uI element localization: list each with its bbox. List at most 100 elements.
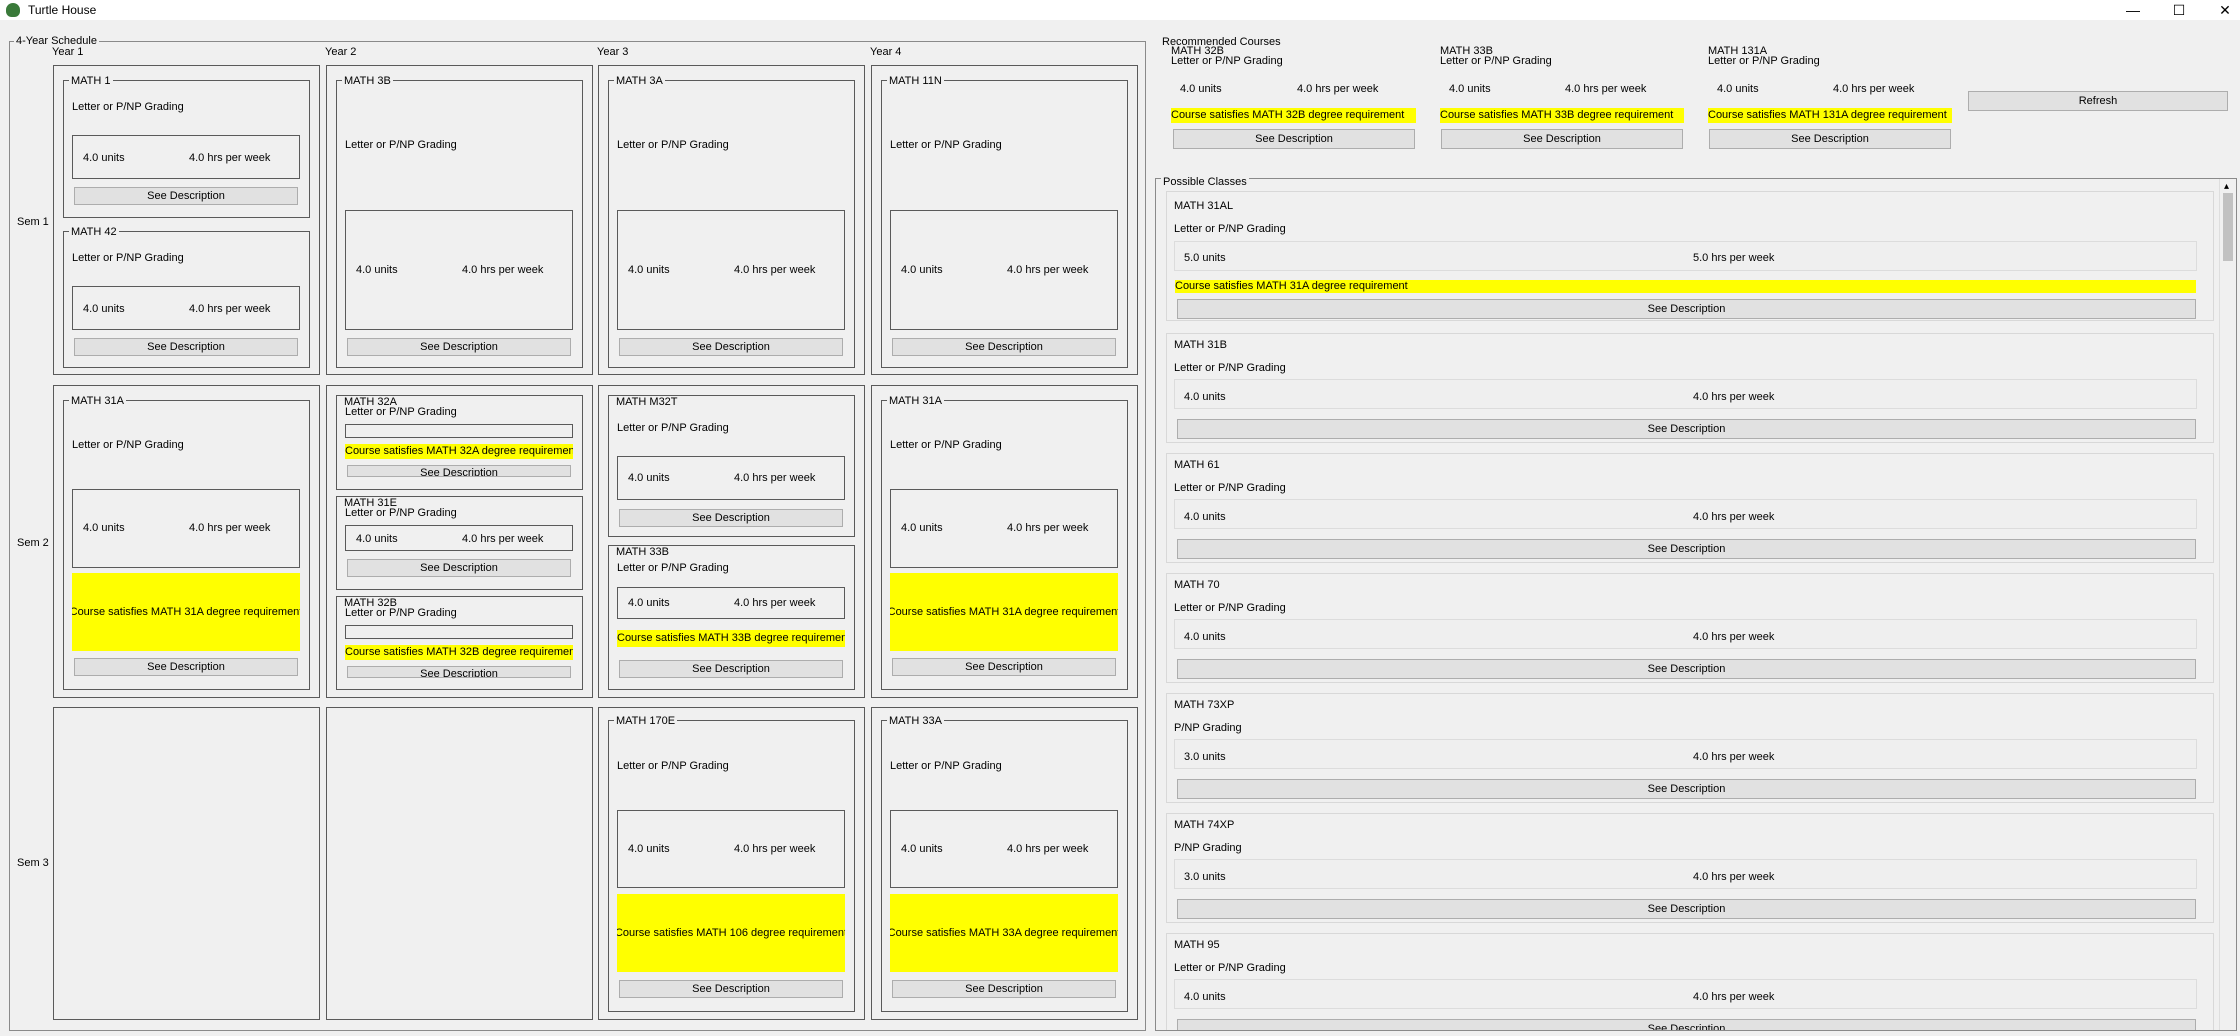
- see-description-button[interactable]: See Description: [1177, 419, 2196, 439]
- requirement-badge: Course satisfies MATH 32B degree require…: [1171, 108, 1416, 123]
- refresh-button[interactable]: Refresh: [1968, 91, 2228, 111]
- requirement-badge: Course satisfies MATH 33B degree require…: [617, 630, 845, 647]
- see-description-button[interactable]: See Description: [1441, 129, 1683, 149]
- see-description-button[interactable]: See Description: [892, 338, 1116, 356]
- requirement-badge: Course satisfies MATH 31A degree require…: [72, 573, 300, 651]
- course-units: 4.0 units: [83, 152, 125, 164]
- close-button[interactable]: ✕: [2202, 0, 2240, 20]
- year-label-4: Year 4: [870, 46, 902, 58]
- maximize-button[interactable]: ☐: [2156, 0, 2202, 20]
- course-hours: 5.0 hrs per week: [1693, 252, 1775, 264]
- course-hours: 4.0 hrs per week: [1693, 391, 1775, 403]
- course-grading: Letter or P/NP Grading: [72, 101, 184, 113]
- course-hours: 4.0 hrs per week: [1007, 264, 1089, 276]
- rec-course-grading: Letter or P/NP Grading: [1171, 55, 1283, 67]
- course-grading: P/NP Grading: [1174, 722, 1242, 734]
- see-description-button[interactable]: See Description: [1177, 1019, 2196, 1030]
- see-description-button[interactable]: See Description: [1173, 129, 1415, 149]
- rec-course-units: 4.0 units: [1449, 83, 1491, 95]
- see-description-button[interactable]: See Description: [1709, 129, 1951, 149]
- course-hours: 4.0 hrs per week: [734, 843, 816, 855]
- course-name: MATH 95: [1174, 939, 1220, 951]
- see-description-button[interactable]: See Description: [347, 338, 571, 356]
- requirement-badge: Course satisfies MATH 33A degree require…: [890, 894, 1118, 972]
- course-name: MATH 31A: [69, 395, 126, 407]
- course-hours: 4.0 hrs per week: [189, 522, 271, 534]
- see-description-button[interactable]: See Description: [619, 980, 843, 998]
- course-hours: 4.0 hrs per week: [734, 597, 816, 609]
- course-info-box: [345, 625, 573, 639]
- course-grading: Letter or P/NP Grading: [617, 760, 729, 772]
- scroll-up-icon[interactable]: ▴: [2224, 181, 2229, 192]
- year-label-3: Year 3: [597, 46, 629, 58]
- title-bar: Turtle House — ☐ ✕: [0, 0, 2240, 20]
- see-description-button[interactable]: See Description: [74, 658, 298, 676]
- course-hours: 4.0 hrs per week: [1693, 511, 1775, 523]
- scrollbar-thumb[interactable]: [2223, 193, 2233, 261]
- course-name: MATH 74XP: [1174, 819, 1235, 831]
- course-grading: Letter or P/NP Grading: [72, 252, 184, 264]
- see-description-button[interactable]: See Description: [347, 559, 571, 577]
- scrollbar[interactable]: ▴: [2219, 179, 2236, 1030]
- course-hours: 4.0 hrs per week: [734, 264, 816, 276]
- course-grading: Letter or P/NP Grading: [1174, 602, 1286, 614]
- see-description-button[interactable]: See Description: [347, 666, 571, 678]
- course-name: MATH 1: [69, 75, 113, 87]
- see-description-button[interactable]: See Description: [619, 509, 843, 527]
- slot-y2-s3[interactable]: [326, 707, 593, 1020]
- course-grading: Letter or P/NP Grading: [72, 439, 184, 451]
- course-name: MATH M32T: [614, 396, 680, 408]
- requirement-badge: Course satisfies MATH 31A degree require…: [890, 573, 1118, 651]
- sem-label-3: Sem 3: [17, 857, 49, 869]
- course-hours: 4.0 hrs per week: [1007, 843, 1089, 855]
- see-description-button[interactable]: See Description: [347, 465, 571, 477]
- course-grading: Letter or P/NP Grading: [1174, 362, 1286, 374]
- course-units: 4.0 units: [83, 522, 125, 534]
- see-description-button[interactable]: See Description: [1177, 779, 2196, 799]
- course-units: 4.0 units: [628, 472, 670, 484]
- course-grading: Letter or P/NP Grading: [345, 507, 457, 519]
- see-description-button[interactable]: See Description: [619, 338, 843, 356]
- course-info-box: [1174, 241, 2197, 271]
- see-description-button[interactable]: See Description: [1177, 659, 2196, 679]
- rec-course-grading: Letter or P/NP Grading: [1440, 55, 1552, 67]
- see-description-button[interactable]: See Description: [74, 187, 298, 205]
- see-description-button[interactable]: See Description: [1177, 539, 2196, 559]
- course-info-box: [1174, 979, 2197, 1009]
- requirement-badge: Course satisfies MATH 106 degree require…: [617, 894, 845, 972]
- see-description-button[interactable]: See Description: [892, 658, 1116, 676]
- possible-classes-title: Possible Classes: [1161, 176, 1249, 188]
- year-label-1: Year 1: [52, 46, 84, 58]
- see-description-button[interactable]: See Description: [74, 338, 298, 356]
- rec-course-hours: 4.0 hrs per week: [1565, 83, 1647, 95]
- course-grading: Letter or P/NP Grading: [617, 139, 729, 151]
- course-units: 4.0 units: [1184, 631, 1226, 643]
- slot-y1-s3[interactable]: [53, 707, 320, 1020]
- course-hours: 4.0 hrs per week: [462, 264, 544, 276]
- see-description-button[interactable]: See Description: [1177, 299, 2196, 319]
- course-units: 4.0 units: [1184, 511, 1226, 523]
- course-info-box: [1174, 619, 2197, 649]
- course-grading: Letter or P/NP Grading: [890, 139, 1002, 151]
- course-units: 4.0 units: [628, 597, 670, 609]
- minimize-button[interactable]: —: [2110, 0, 2156, 20]
- course-units: 4.0 units: [628, 264, 670, 276]
- course-info-box: [1174, 859, 2197, 889]
- course-name: MATH 33A: [887, 715, 944, 727]
- see-description-button[interactable]: See Description: [619, 660, 843, 678]
- see-description-button[interactable]: See Description: [1177, 899, 2196, 919]
- course-units: 5.0 units: [1184, 252, 1226, 264]
- course-grading: Letter or P/NP Grading: [617, 562, 729, 574]
- course-grading: P/NP Grading: [1174, 842, 1242, 854]
- possible-classes-group: ▴ MATH 31AL Letter or P/NP Grading 5.0 u…: [1155, 178, 2237, 1031]
- course-name: MATH 73XP: [1174, 699, 1235, 711]
- course-name: MATH 3B: [342, 75, 393, 87]
- requirement-badge: Course satisfies MATH 32B degree require…: [345, 645, 573, 660]
- course-name: MATH 31B: [1174, 339, 1227, 351]
- course-name: MATH 70: [1174, 579, 1220, 591]
- course-grading: Letter or P/NP Grading: [345, 607, 457, 619]
- see-description-button[interactable]: See Description: [892, 980, 1116, 998]
- course-name: MATH 33B: [614, 546, 671, 558]
- course-name: MATH 31AL: [1174, 200, 1234, 212]
- course-info-box: [1174, 499, 2197, 529]
